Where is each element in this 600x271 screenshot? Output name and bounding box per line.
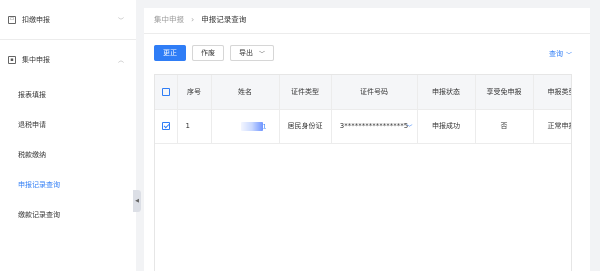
breadcrumb: 集中申报 › 申报记录查询 [154, 14, 246, 25]
select-all-cell[interactable] [155, 75, 178, 110]
divider [144, 33, 590, 34]
id-type-cell: 居民身份证 [279, 109, 332, 144]
row-index: 1 [177, 109, 212, 144]
status-cell: 申报成功 [417, 109, 476, 144]
breadcrumb-separator-icon: › [191, 15, 195, 24]
correct-button[interactable]: 更正 [154, 45, 186, 61]
sidebar-group-batch[interactable]: ▪ 集中申报 ︿ [0, 40, 136, 80]
sidebar-item-payment-records[interactable]: 缴款记录查询 [0, 200, 136, 230]
chevron-down-icon[interactable]: ﹀ [406, 122, 412, 131]
row-select-cell[interactable] [155, 109, 178, 144]
name-cell: 1 [211, 109, 280, 144]
sidebar: ▭ 扣缴申报 ﹀ ▪ 集中申报 ︿ 报表填报 退税申请 税款缴纳 申报记录查询 … [0, 0, 136, 271]
column-header: 证件类型 [279, 75, 332, 110]
query-label: 查询 [548, 50, 563, 58]
query-toggle[interactable]: 查询 ﹀ [549, 49, 572, 59]
declare-icon: ▭ [8, 15, 16, 24]
chevron-down-icon: ﹀ [117, 17, 124, 24]
sidebar-group-label: 集中申报 [22, 56, 50, 64]
id-number-cell[interactable]: 3*****************5 ﹀ [331, 109, 418, 144]
sidebar-item-report-fill[interactable]: 报表填报 [0, 80, 136, 110]
breadcrumb-current: 申报记录查询 [201, 15, 247, 24]
breadcrumb-parent[interactable]: 集中申报 [154, 14, 184, 25]
export-label: 导出 [239, 49, 253, 57]
chevron-up-icon: ︿ [117, 57, 124, 65]
table-row[interactable]: 1 1 居民身份证 3*****************5 ﹀ 申报成功 否 正… [155, 109, 571, 144]
export-button[interactable]: 导出 ﹀ [230, 45, 275, 61]
select-all-checkbox[interactable] [161, 87, 170, 96]
id-number: 3*****************5 [339, 122, 409, 130]
sidebar-group-withholding[interactable]: ▭ 扣缴申报 ﹀ [0, 0, 136, 40]
column-header: 姓名 [211, 75, 280, 110]
redacted-name [240, 121, 263, 131]
column-header: 享受免申报 [475, 75, 534, 110]
name-suffix: 1 [262, 123, 267, 130]
sidebar-collapse-handle[interactable]: ◀ [133, 190, 141, 212]
chevron-down-icon: ﹀ [565, 51, 572, 59]
toolbar: 更正 作废 导出 ﹀ [154, 45, 275, 61]
column-header: 申报状态 [417, 75, 476, 110]
row-checkbox[interactable] [161, 122, 170, 130]
sidebar-item-refund[interactable]: 退税申请 [0, 110, 136, 140]
main-panel: 集中申报 › 申报记录查询 更正 作废 导出 ﹀ 查询 ﹀ 序号 姓名 证件类型… [144, 8, 590, 271]
column-header: 序号 [177, 75, 212, 110]
column-header: 申报类型 [533, 75, 571, 110]
decl-type-cell: 正常申报 [533, 109, 571, 144]
records-table: 序号 姓名 证件类型 证件号码 申报状态 享受免申报 申报类型 1 1 居民身份… [154, 74, 572, 271]
column-header: 证件号码 [331, 75, 418, 110]
chevron-down-icon: ﹀ [259, 50, 266, 58]
void-button[interactable]: 作废 [192, 45, 224, 61]
sidebar-group-label: 扣缴申报 [22, 15, 50, 24]
table-header-row: 序号 姓名 证件类型 证件号码 申报状态 享受免申报 申报类型 [155, 75, 571, 110]
sidebar-item-declaration-records[interactable]: 申报记录查询 [0, 170, 136, 200]
chevron-left-icon: ◀ [135, 198, 139, 204]
exempt-cell: 否 [475, 109, 534, 144]
sidebar-item-tax-payment[interactable]: 税款缴纳 [0, 140, 136, 170]
batch-declare-icon: ▪ [8, 56, 16, 64]
